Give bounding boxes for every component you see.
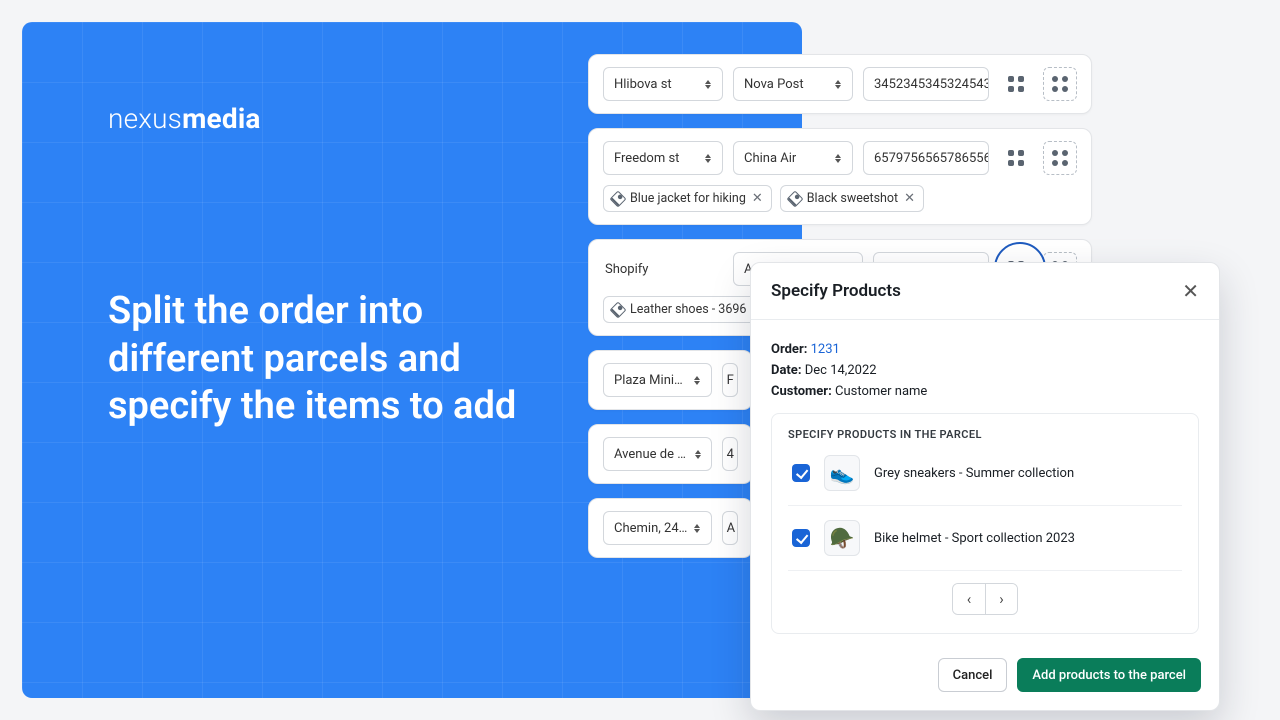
product-tag: Leather shoes - 3696 ✕ [603,296,772,323]
brand-part-2: media [182,102,261,135]
carrier-select[interactable]: China Air [733,141,853,175]
brand-logo: nexusmedia [108,102,261,135]
parcel-card: Freedom st China Air 65797565657865565 B… [588,128,1092,225]
parcel-card: Plaza Ministro F [588,350,753,410]
carrier-value: Nova Post [744,77,804,92]
specify-products-icon[interactable] [999,67,1033,101]
caret-icon [695,450,701,459]
customer-value: Customer name [835,384,927,399]
remove-tag-icon[interactable]: ✕ [752,191,763,206]
carrier-select[interactable]: 4 [722,437,738,471]
modal-title: Specify Products [771,281,901,301]
section-heading: SPECIFY PRODUCTS IN THE PARCEL [788,428,1182,441]
address-value: Chemin, 24709 [614,521,688,536]
customer-meta: Customer: Customer name [771,384,1199,399]
caret-icon [693,376,700,385]
date-label: Date: [771,363,802,378]
address-value: Plaza Ministro [614,373,687,388]
product-name: Bike helmet - Sport collection 2023 [874,531,1075,546]
parcel-card: Avenue de Rena.. 4 [588,424,753,484]
product-tag: Blue jacket for hiking ✕ [603,185,772,212]
customer-label: Customer: [771,384,832,399]
address-static: Shopify [603,252,723,286]
specify-products-icon[interactable] [999,141,1033,175]
marketing-headline: Split the order into different parcels a… [108,288,538,431]
tag-icon [610,190,627,207]
carrier-select[interactable]: F [722,363,738,397]
address-select[interactable]: Freedom st [603,141,723,175]
tag-icon [786,190,803,207]
specify-products-modal: Specify Products ✕ Order: 1231 Date: Dec… [750,262,1220,711]
product-name: Grey sneakers - Summer collection [874,466,1074,481]
tag-label: Black sweetshot [807,191,898,206]
order-link[interactable]: 1231 [811,342,840,357]
pager-prev-button[interactable]: ‹ [953,584,985,614]
tracking-value: 34523453453245432 [874,77,989,92]
address-value: Freedom st [614,151,679,166]
tracking-input[interactable]: 65797565657865565 [863,141,989,175]
order-meta: Order: 1231 [771,342,1199,357]
checkbox-checked-icon[interactable] [792,464,810,482]
order-label: Order: [771,342,807,357]
product-thumb: 👟 [824,455,860,491]
checkbox-checked-icon[interactable] [792,529,810,547]
date-meta: Date: Dec 14,2022 [771,363,1199,378]
product-thumb: 🪖 [824,520,860,556]
close-icon[interactable]: ✕ [1182,279,1199,303]
carrier-select[interactable]: Nova Post [733,67,853,101]
address-select[interactable]: Plaza Ministro [603,363,712,397]
add-products-button[interactable]: Add products to the parcel [1017,658,1201,692]
caret-icon [834,154,842,163]
pager-next-button[interactable]: › [985,584,1017,614]
tag-label: Leather shoes - 3696 [630,302,746,317]
tag-icon [610,301,627,318]
pager: ‹ › [788,583,1182,615]
address-select[interactable]: Chemin, 24709 [603,511,712,545]
tag-label: Blue jacket for hiking [630,191,746,206]
cancel-label: Cancel [953,668,993,683]
caret-icon [694,524,701,533]
product-row[interactable]: 🪖 Bike helmet - Sport collection 2023 [788,506,1182,571]
add-products-label: Add products to the parcel [1032,668,1186,683]
add-parcel-icon[interactable] [1043,67,1077,101]
address-select[interactable]: Avenue de Rena.. [603,437,712,471]
date-value: Dec 14,2022 [805,363,877,378]
product-tag: Black sweetshot ✕ [780,185,924,212]
carrier-value: 4 [727,447,734,462]
tracking-value: 65797565657865565 [874,151,989,166]
add-parcel-icon[interactable] [1043,141,1077,175]
carrier-value: China Air [744,151,796,166]
brand-part-1: nexus [108,102,182,135]
parcel-card: Hlibova st Nova Post 34523453453245432 [588,54,1092,114]
caret-icon [704,154,712,163]
carrier-value: A [727,521,735,536]
address-value: Avenue de Rena.. [614,447,689,462]
address-value: Shopify [605,262,648,277]
carrier-select[interactable]: A [722,511,738,545]
address-select[interactable]: Hlibova st [603,67,723,101]
address-value: Hlibova st [614,77,672,92]
product-row[interactable]: 👟 Grey sneakers - Summer collection [788,441,1182,506]
caret-icon [834,80,842,89]
tracking-input[interactable]: 34523453453245432 [863,67,989,101]
carrier-value: F [727,373,734,388]
parcel-card: Chemin, 24709 A [588,498,753,558]
remove-tag-icon[interactable]: ✕ [904,191,915,206]
cancel-button[interactable]: Cancel [938,658,1008,692]
products-panel: SPECIFY PRODUCTS IN THE PARCEL 👟 Grey sn… [771,413,1199,634]
caret-icon [704,80,712,89]
